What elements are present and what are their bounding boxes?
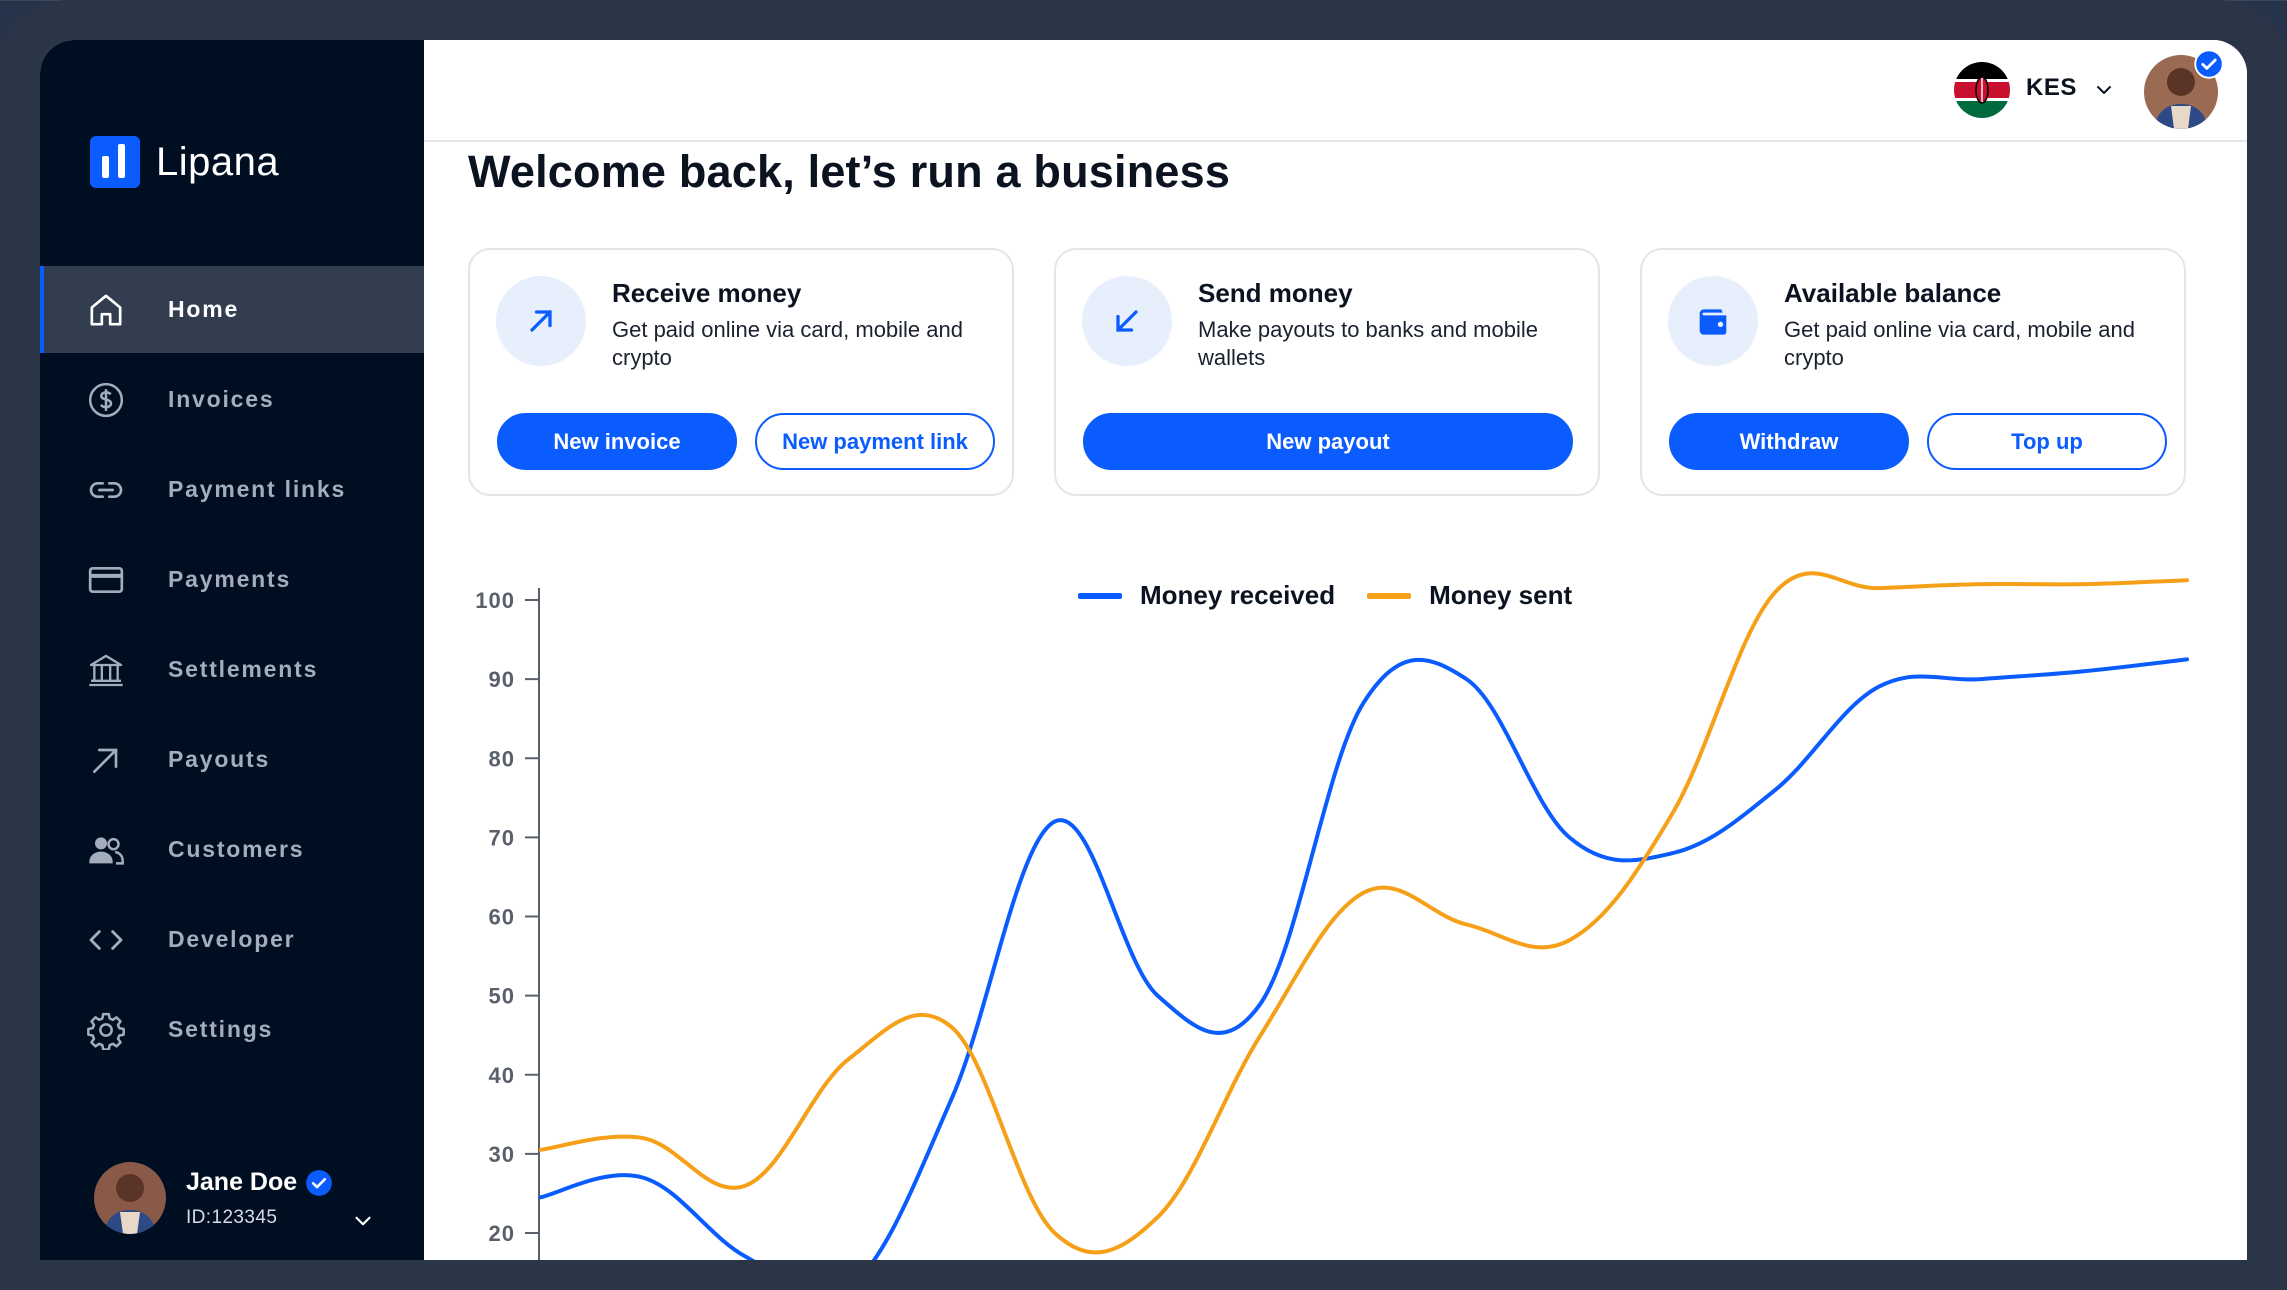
app-window: Lipana Home Invoices Payment links Payme… [40, 40, 2247, 1260]
card-description: Get paid online via card, mobile and cry… [1784, 317, 2135, 370]
sidebar-item-invoices[interactable]: Invoices [40, 356, 424, 443]
verified-badge-icon [306, 1169, 333, 1196]
chevron-down-icon[interactable] [2092, 78, 2116, 102]
legend-swatch [1367, 592, 1412, 599]
bank-icon [84, 648, 128, 692]
user-name: Jane Doe [186, 1168, 333, 1197]
card-description: Get paid online via card, mobile and cry… [612, 317, 963, 370]
sidebar-item-label: Payouts [168, 746, 271, 772]
sidebar-item-label: Invoices [168, 386, 275, 412]
sidebar-item-label: Customers [168, 836, 305, 862]
withdraw-button[interactable]: Withdraw [1669, 413, 1909, 470]
sidebar-item-developer[interactable]: Developer [40, 896, 424, 983]
arrow-up-right-icon [496, 276, 586, 366]
top-bar: KES [424, 40, 2247, 142]
sidebar-item-label: Developer [168, 926, 296, 952]
currency-selector[interactable]: KES [2026, 74, 2077, 102]
user-profile[interactable]: Jane Doe ID:123345 [94, 1162, 333, 1234]
arrow-up-right-icon [84, 738, 128, 782]
y-tick-label: 30 [489, 1142, 515, 1167]
legend-item-money-sent[interactable]: Money sent [1367, 580, 1572, 611]
top-up-button[interactable]: Top up [1927, 413, 2167, 470]
series-line-money-received[interactable] [539, 657, 2189, 1260]
series-line-money-sent[interactable] [539, 571, 2189, 1255]
legend-swatch [1078, 592, 1122, 599]
wallet-icon [1668, 276, 1758, 366]
sidebar-nav: Home Invoices Payment links Payments Set… [40, 266, 424, 1076]
y-tick-label: 100 [475, 588, 515, 613]
link-icon [84, 468, 128, 512]
legend-label: Money received [1140, 580, 1336, 610]
page-title: Welcome back, let’s run a business [468, 146, 1231, 197]
y-tick-label: 40 [489, 1063, 515, 1088]
sidebar-item-label: Home [168, 296, 240, 322]
app-name: Lipana [156, 139, 280, 184]
legend-label: Money sent [1429, 580, 1573, 610]
sidebar-item-label: Payments [168, 566, 292, 592]
y-tick-label: 90 [489, 667, 515, 692]
sidebar-item-label: Payment links [168, 476, 347, 502]
code-icon [84, 918, 128, 962]
sidebar-item-payment-links[interactable]: Payment links [40, 446, 424, 533]
send-money-card: Send money Make payouts to banks and mob… [1054, 248, 1600, 496]
gear-icon [84, 1008, 128, 1052]
new-payment-link-button[interactable]: New payment link [755, 413, 995, 470]
y-tick-label: 60 [489, 905, 515, 930]
sidebar-item-payments[interactable]: Payments [40, 536, 424, 623]
kenya-flag-icon[interactable] [1954, 62, 2010, 118]
legend-item-money-received[interactable]: Money received [1078, 580, 1335, 611]
chevron-down-icon[interactable] [350, 1208, 376, 1234]
credit-card-icon [84, 558, 128, 602]
y-tick-label: 70 [489, 825, 515, 850]
sidebar-item-label: Settings [168, 1016, 274, 1042]
sidebar-item-settings[interactable]: Settings [40, 986, 424, 1073]
sidebar-item-payouts[interactable]: Payouts [40, 716, 424, 803]
verified-badge-icon [2194, 49, 2224, 79]
card-description: Make payouts to banks and mobile wallets [1198, 317, 1538, 370]
dollar-circle-icon [84, 378, 128, 422]
sidebar: Lipana Home Invoices Payment links Payme… [40, 40, 424, 1260]
logo[interactable]: Lipana [90, 136, 279, 188]
sidebar-item-label: Settlements [168, 656, 319, 682]
card-title: Available balance [1784, 278, 2002, 308]
y-tick-label: 80 [489, 746, 515, 771]
card-title: Send money [1198, 278, 1353, 308]
y-tick-label: 20 [489, 1221, 515, 1246]
receive-money-card: Receive money Get paid online via card, … [468, 248, 1014, 496]
home-icon [84, 288, 128, 332]
avatar [94, 1162, 166, 1234]
new-payout-button[interactable]: New payout [1083, 413, 1573, 470]
y-tick-label: 50 [489, 984, 515, 1009]
arrow-down-left-icon [1082, 276, 1172, 366]
available-balance-card: Available balance Get paid online via ca… [1640, 248, 2186, 496]
user-name-text: Jane Doe [186, 1168, 298, 1196]
user-id: ID:123345 [186, 1207, 278, 1228]
sidebar-item-settlements[interactable]: Settlements [40, 626, 424, 713]
users-icon [84, 828, 128, 872]
card-title: Receive money [612, 278, 802, 308]
sidebar-item-home[interactable]: Home [40, 266, 424, 353]
sidebar-item-customers[interactable]: Customers [40, 806, 424, 893]
logo-icon [90, 136, 140, 188]
new-invoice-button[interactable]: New invoice [497, 413, 737, 470]
chart-legend: Money received Money sent [1078, 580, 1604, 611]
